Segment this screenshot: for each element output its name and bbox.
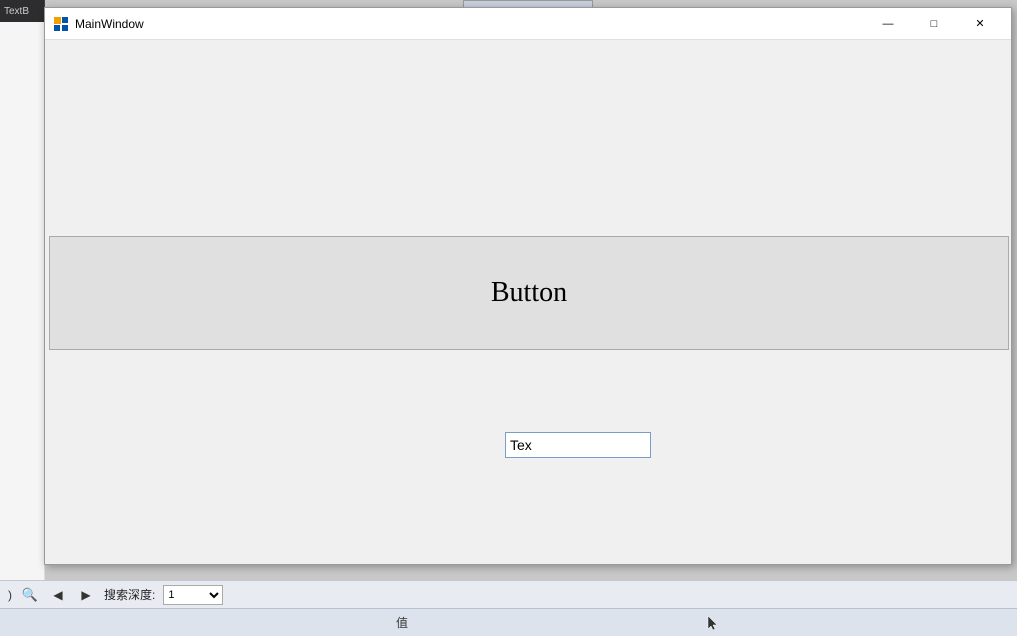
nav-forward-button[interactable]: ▶ xyxy=(76,585,96,605)
minimize-button[interactable]: — xyxy=(865,8,911,40)
search-depth-select[interactable]: 1 2 3 All xyxy=(163,585,223,605)
maximize-button[interactable]: □ xyxy=(911,8,957,40)
nav-back-button[interactable]: ◀ xyxy=(48,585,68,605)
app-icon xyxy=(53,16,69,32)
main-button[interactable]: Button xyxy=(49,236,1009,350)
search-icon[interactable]: 🔍 xyxy=(20,585,40,605)
value-label: 值 xyxy=(396,614,408,631)
bottom-value-bar: 值 xyxy=(0,608,1017,636)
toolbar-status-bar: ) 🔍 ◀ ▶ 搜索深度: 1 2 3 All xyxy=(0,580,1017,608)
search-depth-label: 搜索深度: xyxy=(104,586,155,603)
title-bar-controls: — □ ✕ xyxy=(865,8,1003,40)
ide-tab-bar: TextB xyxy=(0,0,44,22)
window-content: Button xyxy=(45,40,1011,564)
close-button[interactable]: ✕ xyxy=(957,8,1003,40)
ide-tab-label: TextB xyxy=(4,6,29,17)
status-label-partial: ) xyxy=(8,588,12,602)
title-bar: MainWindow — □ ✕ xyxy=(45,8,1011,40)
main-window: MainWindow — □ ✕ Button xyxy=(44,7,1012,565)
ide-left-strip xyxy=(0,22,45,580)
window-title: MainWindow xyxy=(75,17,865,31)
text-input[interactable] xyxy=(505,432,651,458)
cursor-indicator xyxy=(706,615,720,631)
